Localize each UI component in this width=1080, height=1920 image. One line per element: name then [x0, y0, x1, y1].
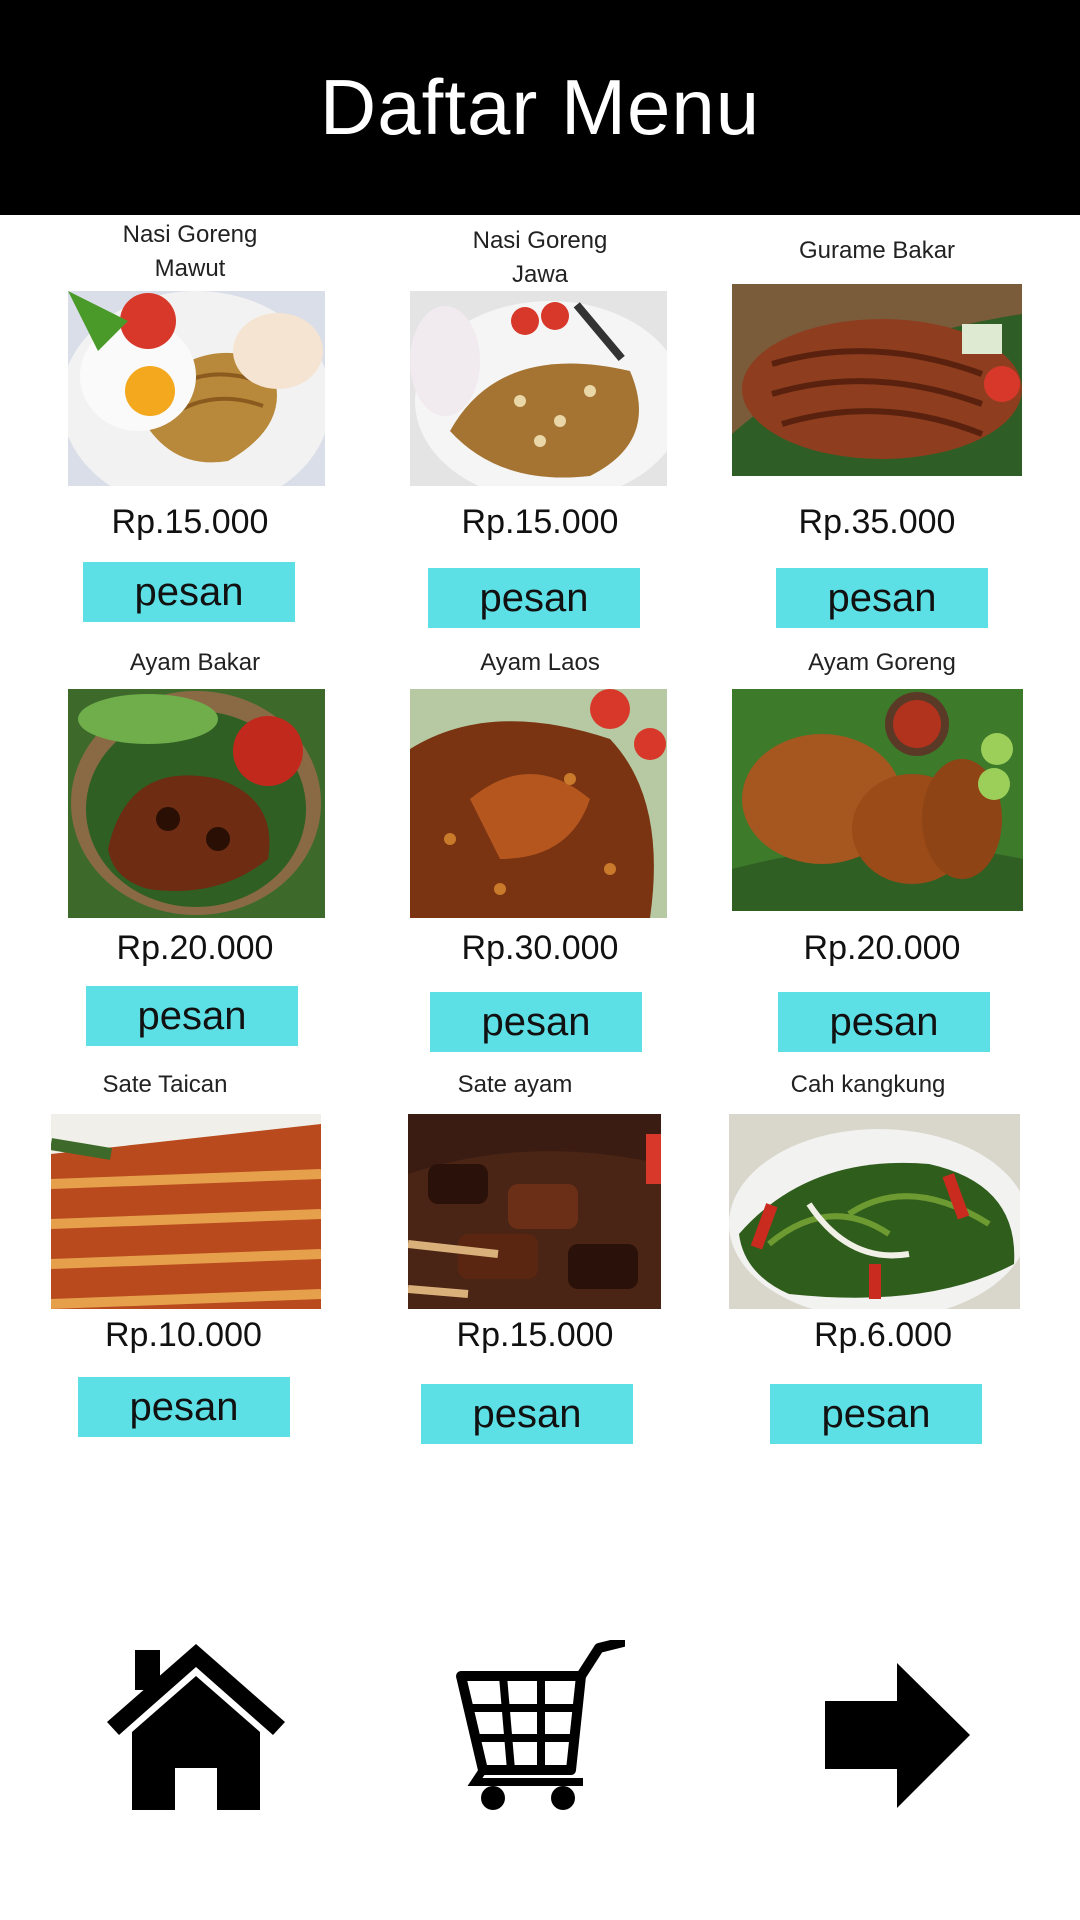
- menu-item-name: Gurame Bakar: [798, 237, 956, 264]
- header-bar: Daftar Menu: [0, 0, 1080, 215]
- food-photo: [68, 291, 325, 486]
- menu-item-name: Nasi Goreng Jawa: [472, 227, 608, 288]
- order-button[interactable]: pesan: [776, 568, 988, 628]
- food-photo: [732, 284, 1022, 476]
- menu-item-ayam-laos: Ayam Laos Rp.30.000 pesan: [390, 646, 690, 1056]
- food-photo: [410, 689, 667, 918]
- menu-item-price: Rp.10.000: [105, 1316, 262, 1354]
- menu-item-name: Nasi Goreng Mawut: [122, 221, 258, 282]
- menu-item-price: Rp.35.000: [798, 503, 956, 541]
- food-photo: [408, 1114, 661, 1309]
- order-button[interactable]: pesan: [428, 568, 640, 628]
- page-title: Daftar Menu: [319, 63, 761, 151]
- order-button[interactable]: pesan: [78, 1377, 290, 1437]
- order-button[interactable]: pesan: [86, 986, 298, 1046]
- menu-item-price: Rp.15.000: [461, 503, 619, 541]
- menu-item-name: Sate Taican: [102, 1071, 228, 1098]
- cart-icon[interactable]: [453, 1640, 625, 1810]
- order-button[interactable]: pesan: [430, 992, 642, 1052]
- menu-item-sate-taican: Sate Taican Rp.10.000 pesan: [40, 1068, 330, 1448]
- menu-item-nasi-goreng-jawa: Nasi Goreng Jawa Rp.15.000 pesan: [405, 224, 675, 634]
- order-button[interactable]: pesan: [421, 1384, 633, 1444]
- menu-item-name: Cah kangkung: [790, 1071, 946, 1098]
- menu-item-name: Sate ayam: [457, 1071, 573, 1098]
- arrow-right-icon[interactable]: [825, 1663, 970, 1808]
- order-button[interactable]: pesan: [778, 992, 990, 1052]
- menu-item-name: Ayam Bakar: [129, 649, 261, 676]
- order-button[interactable]: pesan: [83, 562, 295, 622]
- menu-item-price: Rp.15.000: [111, 503, 269, 541]
- menu-item-price: Rp.20.000: [803, 929, 961, 967]
- menu-item-name: Ayam Laos: [480, 649, 600, 676]
- food-photo: [410, 291, 667, 486]
- menu-item-ayam-goreng: Ayam Goreng Rp.20.000 pesan: [732, 646, 1032, 1056]
- food-photo: [68, 689, 325, 918]
- order-button[interactable]: pesan: [770, 1384, 982, 1444]
- menu-item-price: Rp.30.000: [461, 929, 619, 967]
- menu-item-price: Rp.15.000: [456, 1316, 614, 1354]
- menu-item-sate-ayam: Sate ayam Rp.15.000 pesan: [400, 1068, 690, 1448]
- menu-item-gurame-bakar: Gurame Bakar Rp.35.000 pesan: [732, 234, 1022, 634]
- food-photo: [729, 1114, 1020, 1309]
- menu-item-ayam-bakar: Ayam Bakar Rp.20.000 pesan: [55, 646, 335, 1046]
- menu-item-cah-kangkung: Cah kangkung Rp.6.000 pesan: [728, 1068, 1028, 1448]
- menu-item-price: Rp.20.000: [116, 929, 274, 967]
- menu-item-price: Rp.6.000: [814, 1316, 952, 1354]
- menu-item-nasi-goreng-mawut: Nasi Goreng Mawut Rp.15.000 pesan: [55, 218, 325, 628]
- home-icon[interactable]: [107, 1640, 285, 1810]
- food-photo: [51, 1114, 321, 1309]
- menu-item-name: Ayam Goreng: [808, 649, 956, 676]
- food-photo: [732, 689, 1023, 911]
